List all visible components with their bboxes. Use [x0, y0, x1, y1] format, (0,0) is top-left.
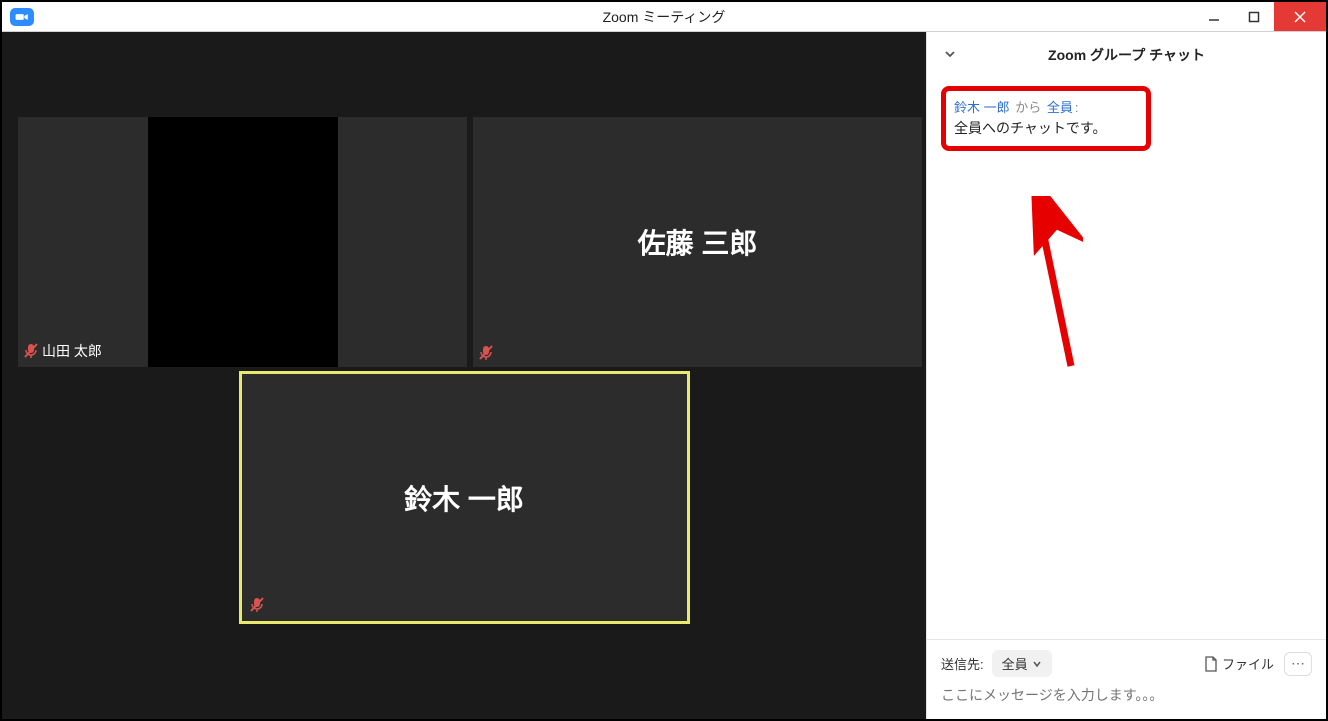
- send-to-label: 送信先:: [941, 654, 984, 673]
- participant-tile-1[interactable]: 山田 太郎: [18, 117, 467, 367]
- mic-muted-icon: [24, 343, 38, 359]
- participant-video-off: [148, 117, 338, 367]
- participant-tile-active[interactable]: 鈴木 一郎: [239, 371, 690, 624]
- mic-muted-icon: [250, 597, 264, 613]
- close-button[interactable]: [1274, 2, 1326, 31]
- main-content: 山田 太郎 佐藤 三郎 鈴木 一郎: [2, 32, 1326, 719]
- chat-header: Zoom グループ チャット: [927, 32, 1326, 78]
- chevron-down-icon: [1032, 659, 1042, 669]
- file-label: ファイル: [1222, 654, 1274, 673]
- chat-messages: 鈴木 一郎 から 全員: 全員へのチャットです。: [927, 78, 1326, 639]
- chat-footer: 送信先: 全員 ファイル ⋯: [927, 639, 1326, 719]
- video-grid: 山田 太郎 佐藤 三郎 鈴木 一郎: [2, 32, 926, 719]
- window-titlebar: Zoom ミーティング: [2, 2, 1326, 32]
- chat-sender[interactable]: 鈴木 一郎: [954, 100, 1010, 115]
- file-button[interactable]: ファイル: [1204, 654, 1274, 673]
- recipient-value: 全員: [1002, 654, 1028, 673]
- participant-label-3: [250, 597, 264, 613]
- participant-label-2: [479, 345, 493, 361]
- chat-from-label: から: [1015, 100, 1041, 115]
- file-icon: [1204, 656, 1218, 672]
- chat-input[interactable]: [941, 687, 1312, 703]
- participant-tile-2[interactable]: 佐藤 三郎: [473, 117, 922, 367]
- maximize-button[interactable]: [1234, 2, 1274, 31]
- zoom-app-icon: [10, 8, 34, 26]
- chat-title: Zoom グループ チャット: [927, 45, 1326, 65]
- chat-collapse-button[interactable]: [943, 47, 957, 64]
- recipient-select[interactable]: 全員: [992, 650, 1052, 677]
- minimize-button[interactable]: [1194, 2, 1234, 31]
- chat-panel: Zoom グループ チャット 鈴木 一郎 から 全員: 全員へのチャットです。: [926, 32, 1326, 719]
- participant-name-3: 鈴木 一郎: [404, 478, 524, 518]
- chat-message-text: 全員へのチャットです。: [954, 118, 1138, 138]
- more-button[interactable]: ⋯: [1284, 652, 1312, 676]
- chat-message-highlight: 鈴木 一郎 から 全員: 全員へのチャットです。: [941, 86, 1151, 151]
- participant-name-1: 山田 太郎: [42, 341, 102, 361]
- chat-message-header: 鈴木 一郎 から 全員:: [954, 97, 1138, 116]
- mic-muted-icon: [479, 345, 493, 361]
- window-controls: [1194, 2, 1326, 31]
- window-title: Zoom ミーティング: [2, 7, 1326, 27]
- annotation-arrow-icon: [1023, 196, 1083, 376]
- participant-label-1: 山田 太郎: [24, 341, 102, 361]
- participant-name-2: 佐藤 三郎: [638, 222, 758, 262]
- chat-receiver[interactable]: 全員: [1047, 100, 1073, 115]
